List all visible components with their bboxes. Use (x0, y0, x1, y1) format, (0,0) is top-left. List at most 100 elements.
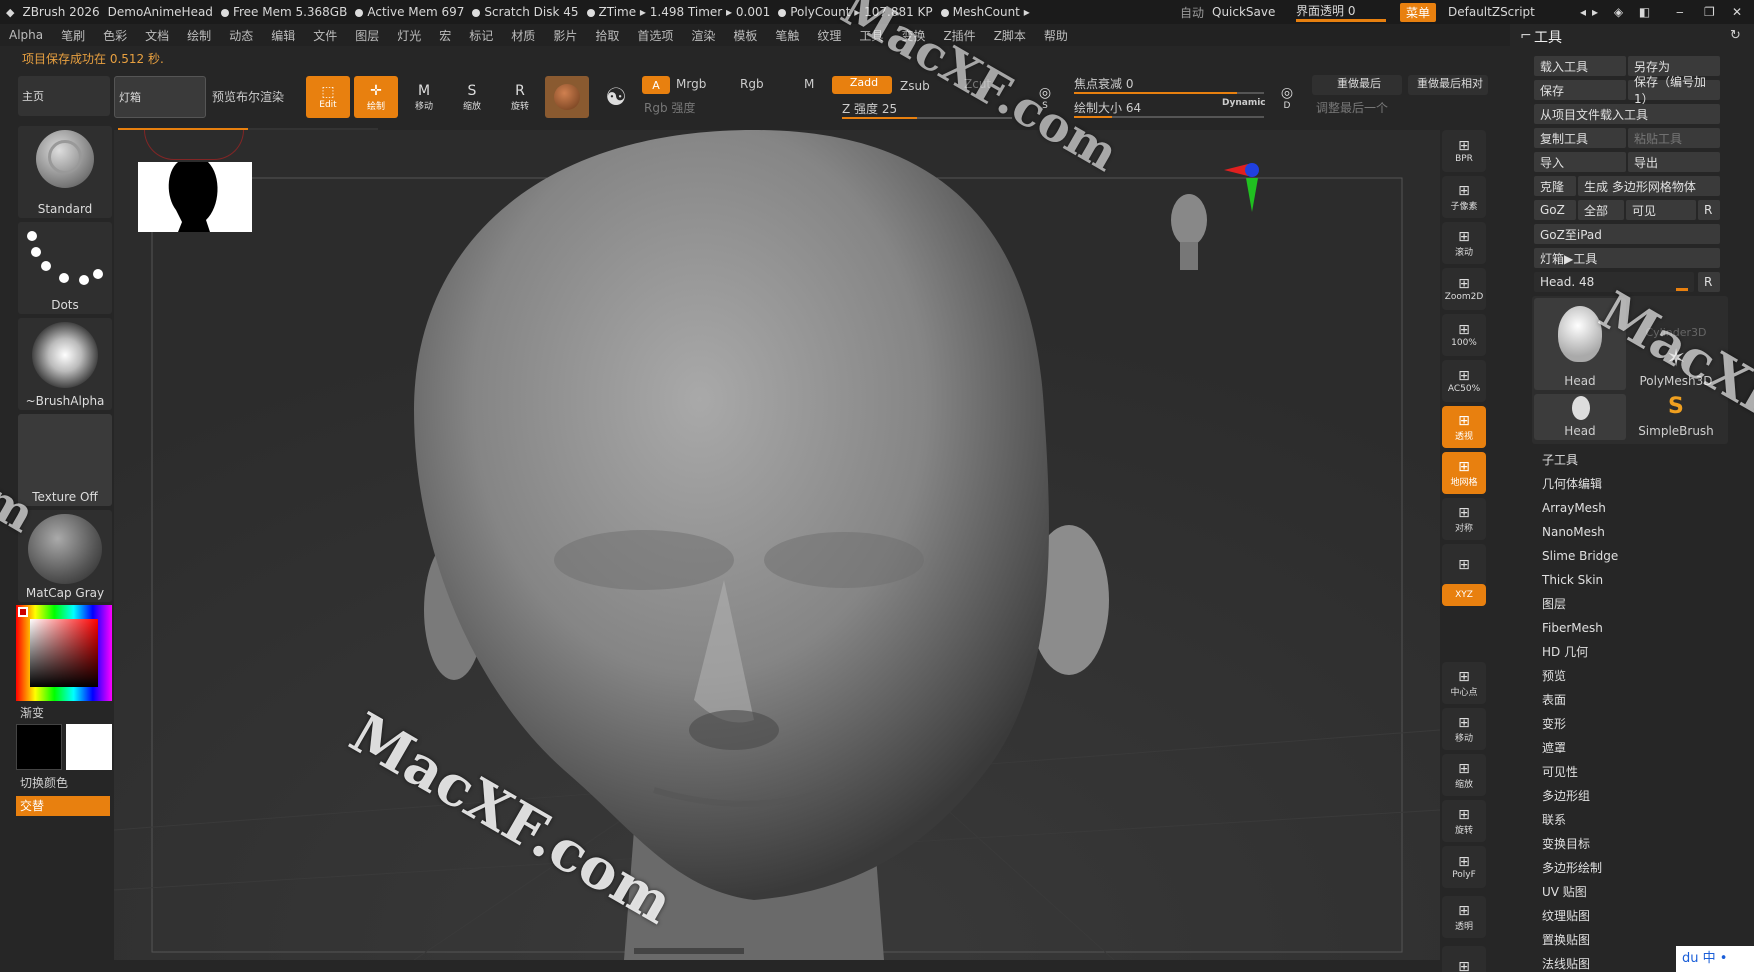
stroke-tile[interactable]: Dots (18, 222, 112, 314)
texture-tile[interactable]: Texture Off (18, 414, 112, 506)
viewport-tool-button-9[interactable]: ⊞ (1442, 544, 1486, 586)
subpalette-item[interactable]: 变形 (1542, 712, 1618, 736)
rotate-button[interactable]: R 旋转 (498, 76, 542, 118)
adjust-last-slider[interactable]: 调整最后一个 (1316, 99, 1388, 116)
alpha-tile[interactable]: ~BrushAlpha (18, 318, 112, 410)
a-button[interactable]: A (642, 76, 670, 94)
viewport-tool-透明[interactable]: ⊞ 透明 (1442, 896, 1486, 938)
viewport-tool-button-12[interactable] (1442, 632, 1486, 654)
viewport-tool-缩放[interactable]: ⊞ 缩放 (1442, 754, 1486, 796)
menu-item[interactable]: 灯光 (388, 27, 430, 44)
menu-item[interactable]: 纹理 (808, 27, 850, 44)
zscript-label[interactable]: DefaultZScript (1448, 5, 1535, 19)
goz-ipad-button[interactable]: GoZ至iPad (1534, 224, 1720, 244)
layout-icons[interactable]: ◂▸ ◈ ◧ (1580, 5, 1656, 19)
subpalette-item[interactable]: Thick Skin (1542, 568, 1618, 592)
menu-item[interactable]: 首选项 (628, 27, 682, 44)
menu-item[interactable]: 文档 (136, 27, 178, 44)
subpalette-item[interactable]: Slime Bridge (1542, 544, 1618, 568)
edit-button[interactable]: ⬚ Edit (306, 76, 350, 118)
make-polymesh-button[interactable]: 生成 多边形网格物体 (1578, 176, 1720, 196)
viewport-tool-button-11[interactable] (1442, 608, 1486, 630)
viewport-tool-xyz[interactable]: XYZ (1442, 584, 1486, 606)
quicksave-button[interactable]: QuickSave (1212, 5, 1275, 19)
rgb-intensity-slider[interactable]: Rgb 强度 (644, 99, 695, 116)
menu-item[interactable]: 笔刷 (52, 27, 94, 44)
menu-item[interactable]: 渲染 (682, 27, 724, 44)
viewport-tool-button-19[interactable]: ⊞ (1442, 946, 1486, 972)
canvas-viewport[interactable] (114, 130, 1440, 960)
head-slider[interactable]: Head. 48 (1534, 272, 1694, 292)
tool-head-large[interactable]: Head (1534, 298, 1626, 390)
subpalette-item[interactable]: UV 贴图 (1542, 880, 1618, 904)
menu-item[interactable]: 宏 (430, 27, 460, 44)
m-button[interactable]: M (804, 77, 814, 91)
zsub-button[interactable]: Zsub (900, 79, 930, 93)
goz-r-button[interactable]: R (1698, 200, 1720, 220)
viewport-tool-100-[interactable]: ⊞ 100% (1442, 314, 1486, 356)
menu-item[interactable]: Z插件 (934, 27, 984, 44)
export-button[interactable]: 导出 (1628, 152, 1720, 172)
subpalette-item[interactable]: HD 几何 (1542, 640, 1618, 664)
subpalette-item[interactable]: 子工具 (1542, 448, 1618, 472)
tool-cylinder3d[interactable]: Cylinder3D ✶ PolyMesh3D (1630, 298, 1722, 390)
ui-opacity-slider[interactable]: 界面透明 0 (1296, 2, 1386, 22)
subpalette-item[interactable]: 几何体编辑 (1542, 472, 1618, 496)
d-button[interactable]: ◎ D (1272, 82, 1302, 114)
move-button[interactable]: M 移动 (402, 76, 446, 118)
alternate-button[interactable]: 交替 (16, 796, 110, 816)
z-intensity-slider[interactable]: Z 强度 25 (842, 100, 897, 117)
head-r-button[interactable]: R (1698, 272, 1720, 292)
menu-item[interactable]: 动态 (220, 27, 262, 44)
goz-all-button[interactable]: 全部 (1578, 200, 1624, 220)
menu-button[interactable]: 菜单 (1400, 2, 1437, 22)
bottom-scroll-handle[interactable] (634, 948, 744, 954)
load-from-project-button[interactable]: 从项目文件载入工具 (1534, 104, 1720, 124)
restore-icon[interactable]: ❐ (1704, 5, 1715, 19)
dynamic-toggle[interactable]: Dynamic (1222, 98, 1266, 108)
subpalette-item[interactable]: 可见性 (1542, 760, 1618, 784)
subpalette-item[interactable]: 法线贴图 (1542, 952, 1618, 972)
minimize-icon[interactable]: ‒ (1676, 5, 1684, 19)
menu-item[interactable]: 标记 (460, 27, 502, 44)
head-slider-handle[interactable] (1676, 288, 1688, 291)
subpalette-item[interactable]: 多边形组 (1542, 784, 1618, 808)
subpalette-item[interactable]: 纹理贴图 (1542, 904, 1618, 928)
menu-item[interactable]: 色彩 (94, 27, 136, 44)
tool-simplebrush[interactable]: S SimpleBrush (1630, 394, 1722, 440)
viewport-tool-bpr[interactable]: ⊞ BPR (1442, 130, 1486, 172)
viewport-tool-ac50-[interactable]: ⊞ AC50% (1442, 360, 1486, 402)
menu-item[interactable]: 图层 (346, 27, 388, 44)
viewport-tool-旋转[interactable]: ⊞ 旋转 (1442, 800, 1486, 842)
viewport-tool-移动[interactable]: ⊞ 移动 (1442, 708, 1486, 750)
zadd-button[interactable]: Zadd (832, 76, 892, 94)
preview-bpr-button[interactable]: 预览布尔渲染 (212, 88, 284, 105)
clone-button[interactable]: 克隆 (1534, 176, 1576, 196)
zcut-button[interactable]: Zcut (964, 77, 991, 91)
subpalette-item[interactable]: 表面 (1542, 688, 1618, 712)
redo-last-relative-button[interactable]: 重做最后相对 (1408, 75, 1488, 95)
color-picker[interactable] (16, 605, 112, 701)
goz-visible-button[interactable]: 可见 (1626, 200, 1696, 220)
subpalette-item[interactable]: 图层 (1542, 592, 1618, 616)
menu-item[interactable]: 影片 (544, 27, 586, 44)
paste-tool-button[interactable]: 粘贴工具 (1628, 128, 1720, 148)
menu-item[interactable]: 材质 (502, 27, 544, 44)
viewport-tool-polyf[interactable]: ⊞ PolyF (1442, 846, 1486, 888)
menu-item[interactable]: 工具 (850, 27, 892, 44)
scale-button[interactable]: S 缩放 (450, 76, 494, 118)
redo-last-button[interactable]: 重做最后 (1312, 75, 1402, 95)
brush-tile[interactable]: Standard (18, 126, 112, 218)
subpalette-item[interactable]: 变换目标 (1542, 832, 1618, 856)
material-button[interactable] (545, 76, 589, 118)
menu-item[interactable]: 绘制 (178, 27, 220, 44)
subpalette-item[interactable]: 多边形绘制 (1542, 856, 1618, 880)
menu-item[interactable]: Alpha (0, 28, 52, 42)
menu-item[interactable]: 编辑 (262, 27, 304, 44)
s-button[interactable]: ◎ S (1030, 82, 1060, 114)
viewport-tool-对称[interactable]: ⊞ 对称 (1442, 498, 1486, 540)
viewport-tool-滚动[interactable]: ⊞ 滚动 (1442, 222, 1486, 264)
load-tool-button[interactable]: 载入工具 (1534, 56, 1626, 76)
menu-item[interactable]: 笔触 (766, 27, 808, 44)
home-button[interactable]: 主页 (18, 76, 110, 116)
